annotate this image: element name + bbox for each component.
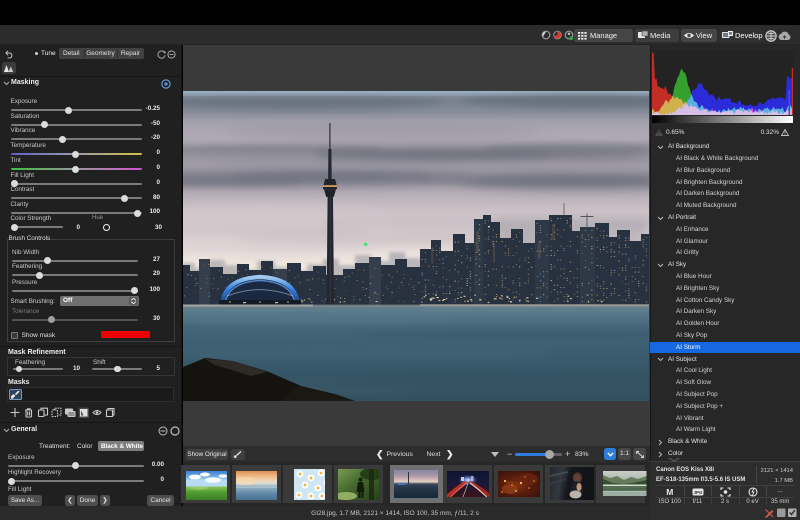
svg-text:JPG: JPG <box>693 490 703 495</box>
